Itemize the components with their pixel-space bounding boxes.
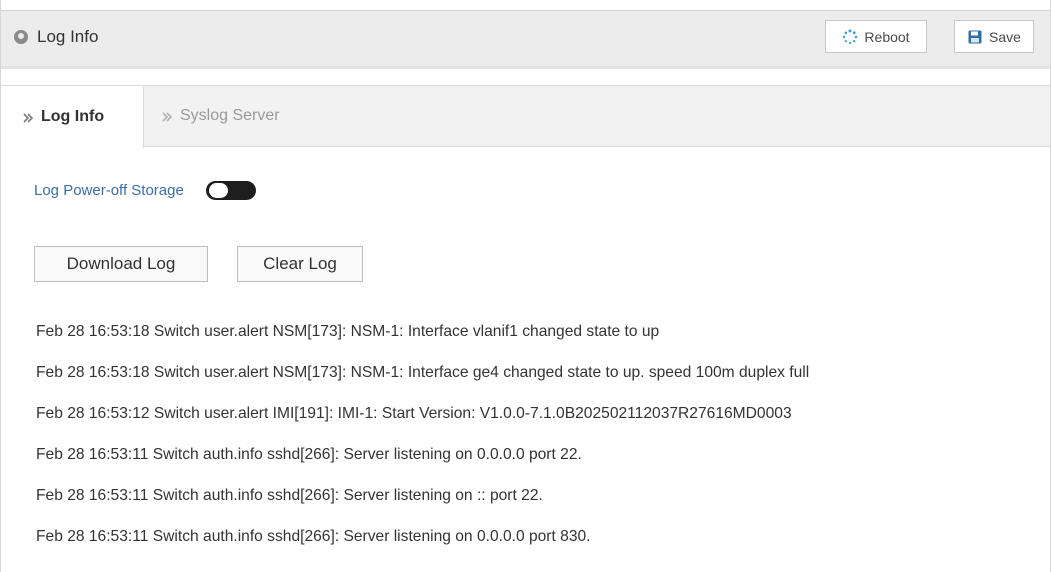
chevron-right-icon (161, 110, 173, 122)
power-off-storage-row: Log Power-off Storage (34, 181, 256, 200)
floppy-disk-icon (967, 29, 983, 45)
log-list: Feb 28 16:53:18 Switch user.alert NSM[17… (36, 316, 809, 562)
tab-log-info[interactable]: Log Info (1, 85, 144, 148)
power-off-storage-toggle[interactable] (205, 181, 256, 200)
tab-log-info-label: Log Info (41, 108, 105, 125)
log-entry: Feb 28 16:53:11 Switch auth.info sshd[26… (36, 528, 591, 545)
log-entry: Feb 28 16:53:18 Switch user.alert NSM[17… (36, 364, 810, 381)
spinner-icon (842, 29, 858, 45)
clear-log-button[interactable]: Clear Log (237, 246, 363, 282)
log-entry: Feb 28 16:53:18 Switch user.alert NSM[17… (36, 323, 660, 340)
tab-syslog-server-label: Syslog Server (180, 107, 280, 124)
toggle-knob (208, 183, 228, 198)
power-off-storage-label: Log Power-off Storage (34, 182, 184, 199)
location-pin-icon (13, 29, 29, 45)
panel-title-text: Log Info (37, 27, 99, 46)
page: Log Info Reboot Save Log Info Syslog Ser… (0, 0, 1051, 572)
tab-syslog-server[interactable]: Syslog Server (161, 85, 280, 147)
log-entry: Feb 28 16:53:11 Switch auth.info sshd[26… (36, 487, 543, 504)
log-entry: Feb 28 16:53:11 Switch auth.info sshd[26… (36, 446, 582, 463)
tab-bar: Log Info Syslog Server (1, 85, 1050, 148)
save-label: Save (989, 28, 1021, 45)
panel-header: Log Info Reboot Save (1, 10, 1050, 69)
save-button[interactable]: Save (954, 20, 1034, 53)
download-log-button[interactable]: Download Log (34, 246, 208, 282)
log-entry: Feb 28 16:53:12 Switch user.alert IMI[19… (36, 405, 792, 422)
reboot-button[interactable]: Reboot (825, 20, 927, 53)
panel-title: Log Info (13, 27, 98, 47)
chevron-right-icon (22, 111, 34, 123)
reboot-label: Reboot (864, 28, 910, 45)
